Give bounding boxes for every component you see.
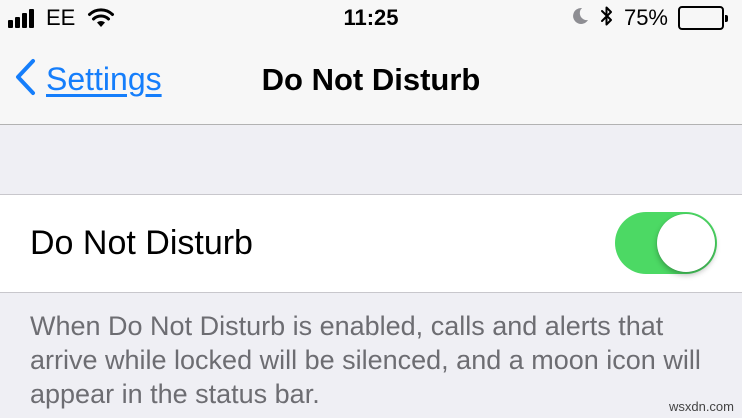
watermark: wsxdn.com bbox=[668, 399, 734, 414]
do-not-disturb-toggle[interactable] bbox=[615, 212, 717, 274]
status-bar: EE 11:25 75% bbox=[0, 0, 742, 36]
battery-icon bbox=[678, 6, 728, 30]
page-title: Do Not Disturb bbox=[261, 62, 481, 97]
do-not-disturb-label: Do Not Disturb bbox=[30, 224, 253, 262]
bluetooth-icon bbox=[600, 5, 614, 32]
do-not-disturb-cell: Do Not Disturb bbox=[0, 194, 742, 293]
footer-description: When Do Not Disturb is enabled, calls an… bbox=[30, 311, 701, 409]
moon-icon bbox=[570, 6, 590, 31]
battery-percent: 75% bbox=[623, 5, 668, 30]
status-right: 75% bbox=[570, 3, 728, 33]
toggle-knob bbox=[657, 214, 715, 272]
navigation-bar: Settings Do Not Disturb bbox=[0, 36, 742, 125]
